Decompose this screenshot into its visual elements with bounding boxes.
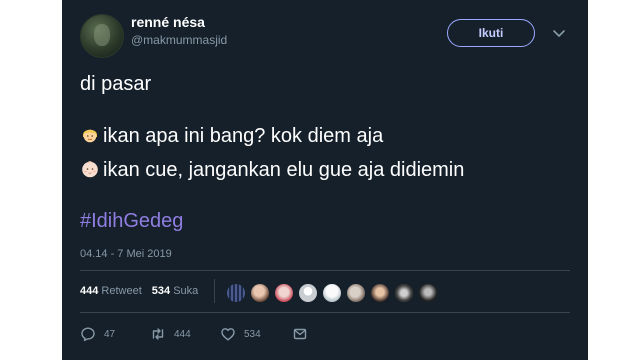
reply-count: 47: [104, 328, 116, 340]
liker-avatar[interactable]: [298, 283, 318, 303]
stats-separator: [214, 279, 215, 303]
tweet-line-2: ikan apa ini bang? kok diem aja: [80, 125, 383, 148]
username[interactable]: @makmummasjid: [131, 33, 227, 47]
tweet-line-3: ikan cue, jangankan elu gue aja didiemin: [80, 159, 464, 182]
hashtag-link[interactable]: #IdihGedeg: [80, 210, 183, 233]
retweets-label[interactable]: Retweet: [101, 285, 141, 297]
like-action[interactable]: 534: [220, 324, 261, 344]
dm-action[interactable]: [292, 324, 316, 344]
tweet-card: renné nésa @makmummasjid Ikuti di pasar …: [62, 0, 588, 360]
tweet-line-1: di pasar: [80, 73, 152, 95]
liker-avatar[interactable]: [226, 283, 246, 303]
display-name[interactable]: renné nésa: [131, 14, 205, 30]
retweet-action[interactable]: 444: [150, 324, 191, 344]
engagement-stats: 444 Retweet 534 Suka: [80, 285, 198, 297]
follow-button[interactable]: Ikuti: [447, 19, 535, 47]
retweets-count[interactable]: 444: [80, 285, 98, 297]
liker-avatar[interactable]: [370, 283, 390, 303]
liker-avatar[interactable]: [418, 283, 438, 303]
liker-avatar[interactable]: [274, 283, 294, 303]
chevron-down-icon[interactable]: [552, 26, 566, 40]
likes-count[interactable]: 534: [152, 285, 170, 297]
tweet-line-2-text: ikan apa ini bang? kok diem aja: [103, 125, 384, 147]
timestamp[interactable]: 04.14 - 7 Mei 2019: [80, 248, 172, 260]
liker-avatar[interactable]: [250, 283, 270, 303]
divider: [80, 270, 570, 271]
reply-icon: [81, 327, 95, 342]
blond-person-emoji-icon: [83, 129, 97, 143]
tweet-line-3-text: ikan cue, jangankan elu gue aja didiemin: [103, 159, 465, 181]
retweet-count: 444: [174, 328, 191, 340]
heart-icon: [221, 328, 235, 341]
liker-avatar[interactable]: [394, 283, 414, 303]
avatar[interactable]: [80, 14, 124, 58]
divider: [80, 312, 570, 313]
liker-avatar[interactable]: [322, 283, 342, 303]
envelope-icon: [293, 328, 307, 340]
action-bar: 47 444 534: [80, 324, 380, 344]
liker-avatar[interactable]: [346, 283, 366, 303]
baby-emoji-icon: [82, 161, 98, 178]
tweet-header: renné nésa @makmummasjid Ikuti: [62, 0, 588, 60]
reply-action[interactable]: 47: [80, 324, 115, 344]
likes-label[interactable]: Suka: [173, 285, 198, 297]
retweet-icon: [152, 328, 164, 340]
like-count: 534: [244, 328, 261, 340]
